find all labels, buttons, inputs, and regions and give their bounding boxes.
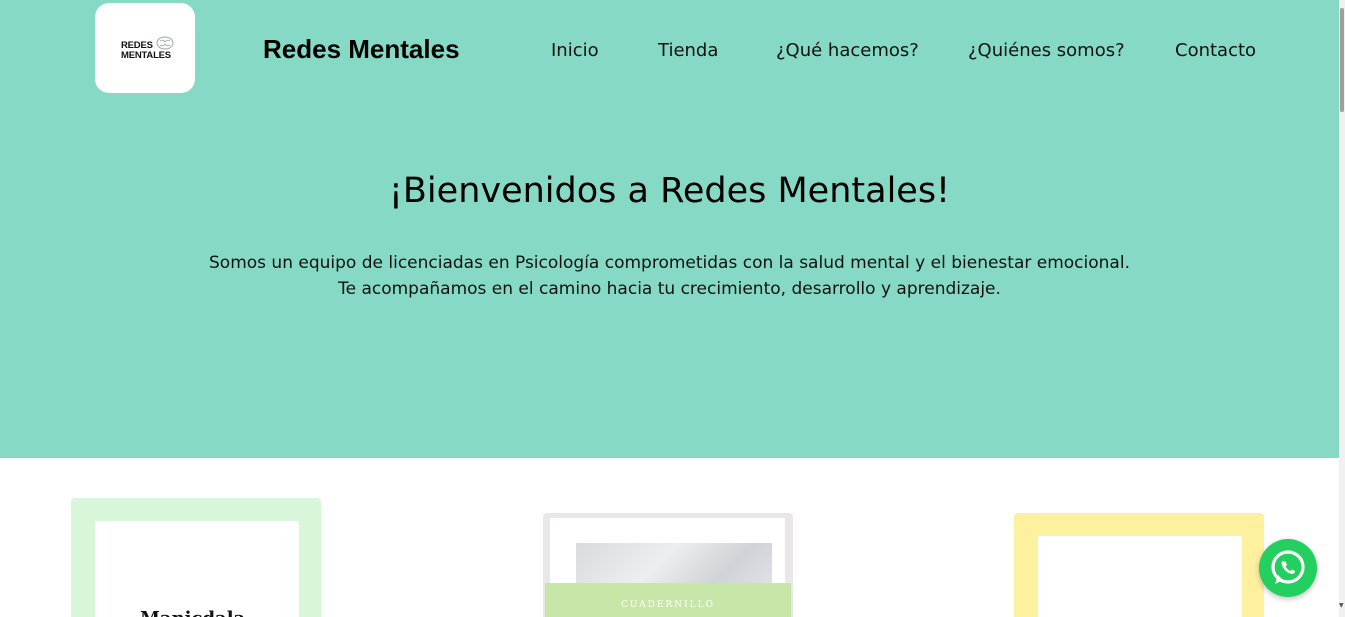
page: REDES MENTALES Redes Mentales Inicio Tie…	[0, 0, 1345, 617]
nav-link-inicio[interactable]: Inicio	[551, 40, 599, 61]
product-card-3[interactable]	[1014, 513, 1264, 617]
product-card-1-title: Manicdala	[140, 608, 245, 617]
hero-description-line-2: Te acompañamos en el camino hacia tu cre…	[338, 279, 1001, 299]
hero-title: ¡Bienvenidos a Redes Mentales!	[388, 171, 951, 211]
scroll-down-arrow-icon[interactable]: ▼	[1339, 602, 1344, 609]
product-card-1-image	[95, 521, 299, 617]
product-card-2[interactable]: CUADERNILLO	[543, 513, 793, 617]
product-card-1[interactable]: Manicdala	[71, 498, 321, 617]
product-card-3-image	[1038, 536, 1242, 617]
scrollbar-thumb[interactable]	[1340, 8, 1344, 112]
brain-icon	[156, 36, 174, 50]
nav-link-quienes-somos[interactable]: ¿Quiénes somos?	[968, 40, 1125, 61]
nav-link-tienda[interactable]: Tienda	[658, 40, 718, 61]
logo-line-2: MENTALES	[121, 50, 171, 61]
nav-link-contacto[interactable]: Contacto	[1175, 40, 1256, 61]
nav-link-que-hacemos[interactable]: ¿Qué hacemos?	[776, 40, 919, 61]
hero-section: REDES MENTALES Redes Mentales Inicio Tie…	[0, 0, 1339, 458]
site-title[interactable]: Redes Mentales	[263, 34, 460, 65]
hero-description-line-1: Somos un equipo de licenciadas en Psicol…	[209, 253, 1130, 273]
whatsapp-button[interactable]	[1259, 539, 1317, 597]
whatsapp-icon	[1271, 550, 1305, 584]
product-card-2-banner: CUADERNILLO	[545, 583, 791, 617]
site-logo[interactable]: REDES MENTALES	[95, 3, 195, 93]
page-scrollbar[interactable]: ▼	[1339, 0, 1345, 617]
product-card-2-banner-text: CUADERNILLO	[620, 600, 716, 610]
